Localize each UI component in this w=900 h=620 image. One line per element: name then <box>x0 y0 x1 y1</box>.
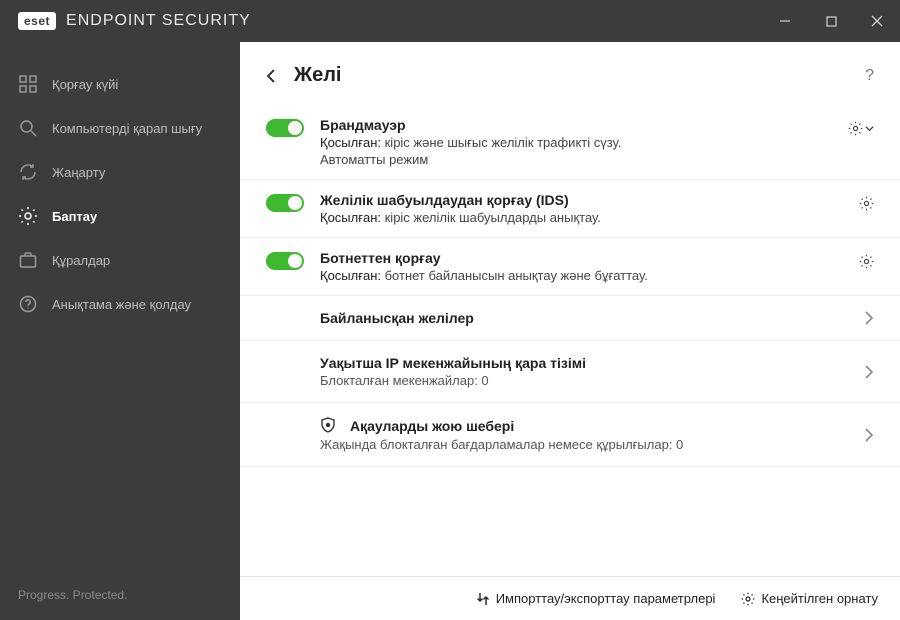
import-export-icon <box>476 592 490 606</box>
sidebar-item-label: Анықтама және қолдау <box>52 297 191 312</box>
briefcase-icon <box>18 250 38 270</box>
app-logo: eset ENDPOINT SECURITY <box>18 12 251 30</box>
chevron-down-icon <box>865 124 874 133</box>
firewall-settings-button[interactable] <box>848 121 874 136</box>
firewall-mode: Автоматты режим <box>320 152 834 167</box>
shield-icon <box>320 417 338 435</box>
section-firewall: Брандмауэр Қосылған: кіріс және шығыс же… <box>240 105 900 180</box>
ip-blacklist-title: Уақытша IP мекенжайының қара тізімі <box>320 355 865 371</box>
back-button[interactable] <box>266 69 280 83</box>
dashboard-icon <box>18 74 38 94</box>
sidebar-item-label: Қорғау күйі <box>52 77 118 92</box>
firewall-title: Брандмауэр <box>320 117 834 133</box>
close-button[interactable] <box>854 0 900 42</box>
chevron-right-icon <box>865 365 874 379</box>
advanced-setup-link[interactable]: Кеңейтілген орнату <box>741 591 878 606</box>
sidebar-item-update[interactable]: Жаңарту <box>0 150 240 194</box>
window-controls <box>762 0 900 42</box>
sidebar-item-setup[interactable]: Баптау <box>0 194 240 238</box>
troubleshoot-sub: Жақында блокталған бағдарламалар немесе … <box>320 437 865 452</box>
titlebar: eset ENDPOINT SECURITY <box>0 0 900 42</box>
nav-connected-networks[interactable]: Байланысқан желілер <box>240 296 900 341</box>
maximize-button[interactable] <box>808 0 854 42</box>
refresh-icon <box>18 162 38 182</box>
sidebar-item-help[interactable]: Анықтама және қолдау <box>0 282 240 326</box>
main-panel: Желі ? Брандмауэр Қосылған: кіріс және ш… <box>240 42 900 620</box>
nav-ip-blacklist[interactable]: Уақытша IP мекенжайының қара тізімі Блок… <box>240 341 900 403</box>
minimize-button[interactable] <box>762 0 808 42</box>
ids-title: Желілік шабуылдаудан қорғау (IDS) <box>320 192 834 208</box>
connected-networks-title: Байланысқан желілер <box>320 310 865 326</box>
ids-status: Қосылған: кіріс желілік шабуылдарды анық… <box>320 210 834 225</box>
help-circle-icon <box>18 294 38 314</box>
sidebar-item-label: Баптау <box>52 209 97 224</box>
botnet-settings-button[interactable] <box>859 254 874 269</box>
sidebar-item-label: Жаңарту <box>52 165 105 180</box>
chevron-right-icon <box>865 311 874 325</box>
ip-blacklist-sub: Блокталған мекенжайлар: 0 <box>320 373 865 388</box>
footer-bar: Импорттау/экспорттау параметрлері Кеңейт… <box>240 576 900 620</box>
import-export-link[interactable]: Импорттау/экспорттау параметрлері <box>476 591 716 606</box>
sidebar-item-protection-status[interactable]: Қорғау күйі <box>0 62 240 106</box>
sidebar: Қорғау күйі Компьютерді қарап шығу Жаңар… <box>0 42 240 620</box>
ids-toggle[interactable] <box>266 194 304 212</box>
sidebar-footer-tagline: Progress. Protected. <box>0 572 240 620</box>
gear-icon <box>741 592 755 606</box>
section-ids: Желілік шабуылдаудан қорғау (IDS) Қосылғ… <box>240 180 900 238</box>
ids-settings-button[interactable] <box>859 196 874 211</box>
page-title: Желі <box>294 64 341 87</box>
chevron-right-icon <box>865 428 874 442</box>
brand-badge: eset <box>18 12 56 30</box>
help-icon[interactable]: ? <box>865 67 874 85</box>
botnet-status: Қосылған: ботнет байланысын анықтау және… <box>320 268 834 283</box>
section-botnet: Ботнеттен қорғау Қосылған: ботнет байлан… <box>240 238 900 296</box>
sidebar-item-label: Компьютерді қарап шығу <box>52 121 202 136</box>
gear-icon <box>18 206 38 226</box>
firewall-status: Қосылған: кіріс және шығыс желілік трафи… <box>320 135 834 150</box>
sidebar-item-scan[interactable]: Компьютерді қарап шығу <box>0 106 240 150</box>
search-icon <box>18 118 38 138</box>
page-header: Желі ? <box>240 42 900 97</box>
firewall-toggle[interactable] <box>266 119 304 137</box>
sidebar-item-label: Құралдар <box>52 253 110 268</box>
sidebar-item-tools[interactable]: Құралдар <box>0 238 240 282</box>
botnet-toggle[interactable] <box>266 252 304 270</box>
troubleshoot-title: Ақауларды жою шебері <box>350 418 514 434</box>
botnet-title: Ботнеттен қорғау <box>320 250 834 266</box>
brand-text: ENDPOINT SECURITY <box>66 12 251 30</box>
nav-troubleshoot-wizard[interactable]: Ақауларды жою шебері Жақында блокталған … <box>240 403 900 467</box>
